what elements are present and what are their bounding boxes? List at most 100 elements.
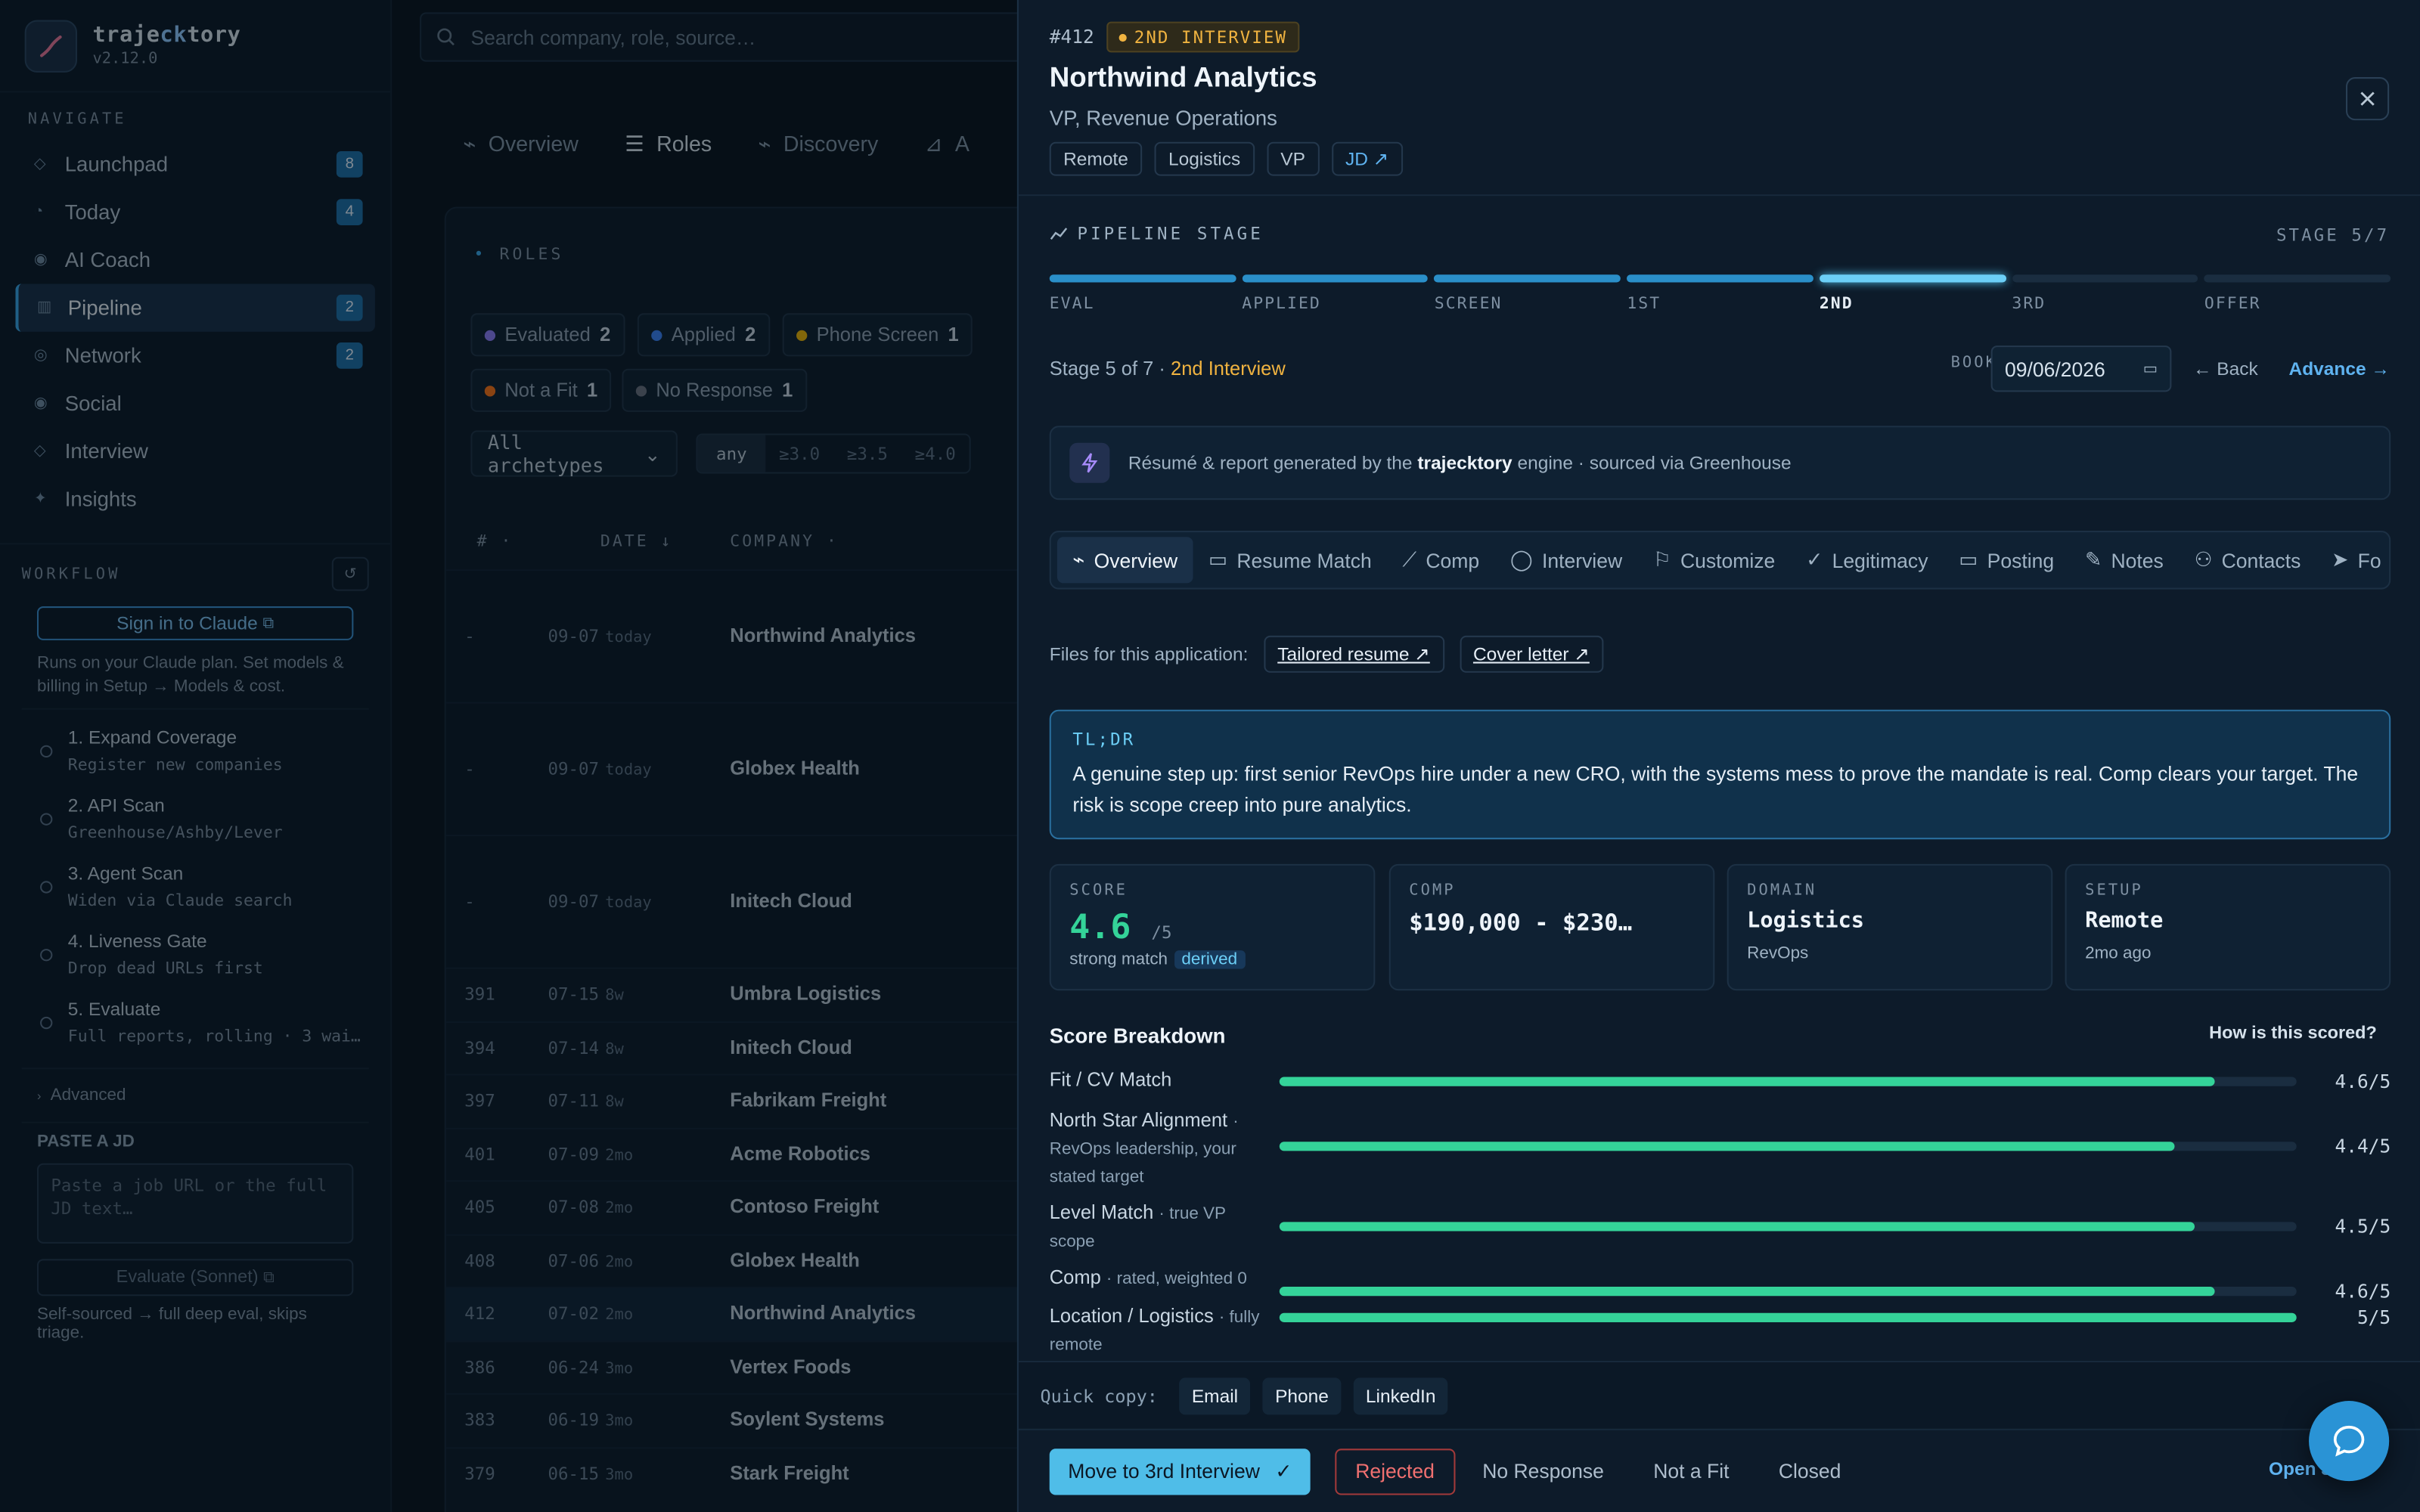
move-stage-button[interactable]: Move to 3rd Interview ✓ <box>1049 1448 1311 1495</box>
rejected-button[interactable]: Rejected <box>1335 1448 1455 1495</box>
chat-button[interactable] <box>2309 1401 2390 1482</box>
files-row: Files for this application: Tailored res… <box>1049 635 1604 673</box>
score-value: 4.4/5 <box>2335 1136 2391 1157</box>
tab-customize[interactable]: ⚐ Customize <box>1638 537 1791 583</box>
tab-interview[interactable]: ◯ Interview <box>1495 537 1638 583</box>
cover-letter-link[interactable]: Cover letter ↗ <box>1459 635 1604 673</box>
back-button[interactable]: ← Back <box>2193 358 2258 380</box>
pipeline-step-eval[interactable]: EVAL <box>1049 274 1236 313</box>
domain-sub: RevOps <box>1747 943 1809 963</box>
role-tag: VP <box>1266 141 1320 176</box>
score-card: SCORE 4.6 /5 strong match derived <box>1049 863 1376 991</box>
pipeline-step-3rd[interactable]: 3RD <box>2012 274 2198 313</box>
how-scored-link[interactable]: How is this scored? <box>2209 1024 2377 1043</box>
criterion-name: North Star Alignment <box>1049 1109 1228 1131</box>
copy-email-button[interactable]: Email <box>1179 1377 1251 1414</box>
score-row-label: Location / Logistics · fully remote <box>1050 1303 1266 1359</box>
pipeline-step-label: 2ND <box>1819 294 1854 314</box>
detail-header: #412 2ND INTERVIEW Northwind Analytics V… <box>1049 21 1403 176</box>
score-value: 5/5 <box>2356 1306 2391 1329</box>
tab-label: Comp <box>1426 548 1480 572</box>
closed-button[interactable]: Closed <box>1779 1460 1841 1483</box>
pipeline-step-label: APPLIED <box>1242 294 1321 314</box>
score-row-label: Fit / CV Match <box>1050 1067 1266 1095</box>
domain-card: DOMAIN Logistics RevOps <box>1727 863 2053 991</box>
tab-label: Legitimacy <box>1832 548 1928 572</box>
tab-contacts[interactable]: ⚇ Contacts <box>2179 537 2316 583</box>
pipeline-bar <box>2012 274 2198 283</box>
advance-button[interactable]: Advance → <box>2289 358 2390 380</box>
tldr-title: TL;DR <box>1072 730 1136 750</box>
pipeline-bar <box>2204 274 2391 283</box>
score-fill <box>1279 1142 2175 1151</box>
role-tag: Logistics <box>1154 141 1255 176</box>
close-button[interactable] <box>2346 77 2390 121</box>
quick-copy-label: Quick copy: <box>1040 1384 1158 1407</box>
tab-comp[interactable]: ⟋ Comp <box>1387 537 1494 583</box>
briefcase-icon: ▭ <box>1959 547 1978 572</box>
score-row-label: Level Match · true VP scope <box>1050 1201 1266 1256</box>
quick-copy-bar: Quick copy: Email Phone LinkedIn <box>1018 1360 2420 1429</box>
tab-fo[interactable]: ➤ Fo <box>2316 537 2389 583</box>
pipeline-step-2nd[interactable]: 2ND <box>1819 274 2006 314</box>
files-label: Files for this application: <box>1049 643 1249 665</box>
score-track <box>1279 1287 2297 1297</box>
tldr-body: A genuine step up: first senior RevOps h… <box>1072 762 2359 816</box>
copy-linkedin-button[interactable]: LinkedIn <box>1353 1377 1448 1414</box>
stage-count: STAGE 5/7 <box>2276 225 2390 246</box>
setup-value: Remote <box>2085 909 2164 934</box>
score-value: 4.6 /5 <box>1069 909 1172 948</box>
not-a-fit-button[interactable]: Not a Fit <box>1653 1460 1729 1483</box>
stage-badge: 2ND INTERVIEW <box>1106 21 1300 53</box>
no-response-button[interactable]: No Response <box>1482 1460 1604 1483</box>
flag-icon: ⚐ <box>1652 547 1671 572</box>
tab-label: Overview <box>1094 548 1178 572</box>
tailored-resume-link[interactable]: Tailored resume ↗ <box>1263 635 1444 673</box>
check-icon: ✓ <box>1806 547 1823 572</box>
copy-phone-button[interactable]: Phone <box>1262 1377 1342 1414</box>
pipeline-step-screen[interactable]: SCREEN <box>1434 274 1621 313</box>
pipeline-step-label: OFFER <box>2204 294 2261 314</box>
pipeline-step-applied[interactable]: APPLIED <box>1242 274 1429 314</box>
tab-label: Notes <box>2111 548 2164 572</box>
score-track <box>1279 1312 2297 1322</box>
calendar-icon: ▭ <box>2142 360 2158 377</box>
tab-posting[interactable]: ▭ Posting <box>1944 537 2070 583</box>
score-fill <box>1279 1222 2195 1232</box>
tab-label: Posting <box>1987 548 2055 572</box>
setup-sub: 2mo ago <box>2085 943 2152 963</box>
role-title: VP, Revenue Operations <box>1049 106 1277 130</box>
detail-tabs: ⌁ Overview ▭ Resume Match ⟋ Comp ◯ Interview ⚐ Cu… <box>1049 531 2391 590</box>
comp-label: COMP <box>1409 882 1456 900</box>
briefcase-icon: ▭ <box>1208 547 1228 572</box>
pipeline-step-offer[interactable]: OFFER <box>2204 274 2391 313</box>
pen-icon: ✎ <box>2084 547 2102 572</box>
pipeline-stage-title: PIPELINE STAGE <box>1050 224 1264 243</box>
trend-icon: ⟋ <box>1402 547 1417 572</box>
score-breakdown-title: Score Breakdown <box>1049 1024 1226 1048</box>
pulse-icon: ⌁ <box>1072 547 1085 572</box>
score-label: SCORE <box>1069 882 1128 900</box>
criterion-note: · rated, weighted 0 <box>1106 1269 1247 1289</box>
pipeline-bar <box>1819 274 2006 283</box>
score-fill <box>1279 1077 2216 1086</box>
tldr-card: TL;DR A genuine step up: first senior Re… <box>1049 709 2391 840</box>
booked-date-value: 09/06/2026 <box>2004 357 2105 381</box>
tab-notes[interactable]: ✎ Notes <box>2070 537 2180 583</box>
role-id: #412 <box>1049 26 1094 48</box>
pipeline-step-1st[interactable]: 1ST <box>1627 274 1813 313</box>
tab-label: Resume Match <box>1236 548 1372 572</box>
tab-legitimacy[interactable]: ✓ Legitimacy <box>1791 537 1944 583</box>
booked-date-input[interactable]: 09/06/2026 ▭ <box>1990 345 2172 392</box>
tab-resume-match[interactable]: ▭ Resume Match <box>1193 537 1388 583</box>
comp-value: $190,000 - $230… <box>1409 909 1633 937</box>
move-stage-label: Move to 3rd Interview <box>1068 1459 1260 1483</box>
tab-label: Contacts <box>2221 548 2301 572</box>
tab-overview[interactable]: ⌁ Overview <box>1056 537 1193 584</box>
jd-link[interactable]: JD ↗ <box>1331 141 1403 176</box>
score-track <box>1279 1142 2297 1151</box>
tab-label: Fo <box>2357 548 2381 572</box>
setup-card: SETUP Remote 2mo ago <box>2065 863 2391 991</box>
backdrop[interactable] <box>0 0 1017 1512</box>
setup-label: SETUP <box>2085 882 2143 900</box>
